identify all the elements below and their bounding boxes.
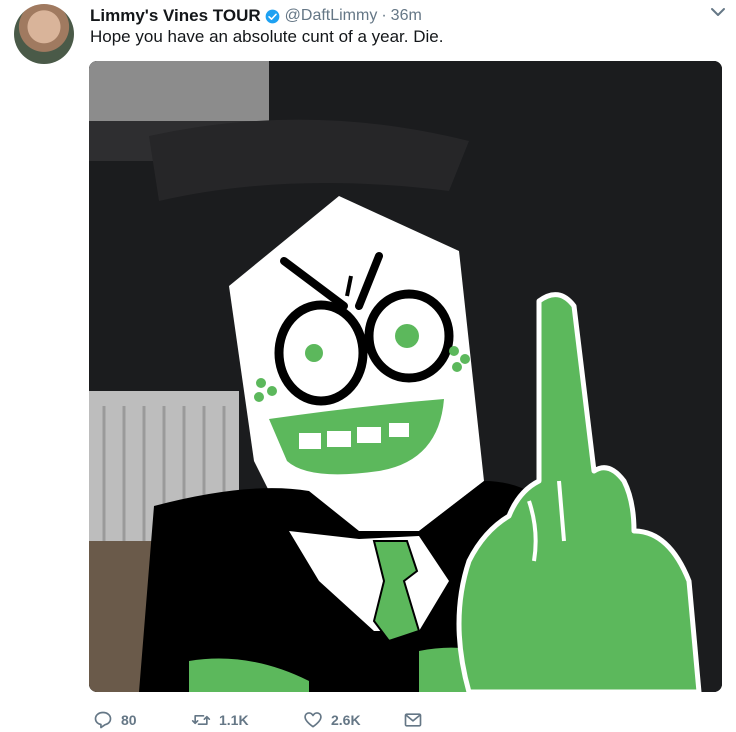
avatar[interactable] <box>14 4 74 64</box>
like-count: 2.6K <box>331 712 361 728</box>
like-button[interactable]: 2.6K <box>303 710 403 730</box>
reply-button[interactable]: 80 <box>93 710 191 730</box>
tweet-actions: 80 1.1K 2.6K <box>89 708 431 732</box>
tweet-header: Limmy's Vines TOUR @DaftLimmy · 36m <box>90 4 726 28</box>
dm-button[interactable] <box>403 710 431 730</box>
timestamp[interactable]: 36m <box>391 7 422 25</box>
reply-count: 80 <box>121 712 137 728</box>
tweet-text: Hope you have an absolute cunt of a year… <box>90 27 444 46</box>
separator: · <box>381 7 387 24</box>
envelope-icon <box>404 713 422 727</box>
retweet-button[interactable]: 1.1K <box>191 710 303 730</box>
verified-badge-icon <box>265 9 280 23</box>
author-handle[interactable]: @DaftLimmy <box>285 7 378 25</box>
retweet-icon <box>191 715 211 725</box>
tweet-media[interactable] <box>89 61 722 692</box>
chevron-down-icon[interactable] <box>708 2 728 22</box>
retweet-count: 1.1K <box>219 712 249 728</box>
reply-icon <box>94 711 112 729</box>
heart-icon <box>304 712 322 728</box>
author-name[interactable]: Limmy's Vines TOUR <box>90 6 261 26</box>
media-drawing <box>89 61 722 692</box>
